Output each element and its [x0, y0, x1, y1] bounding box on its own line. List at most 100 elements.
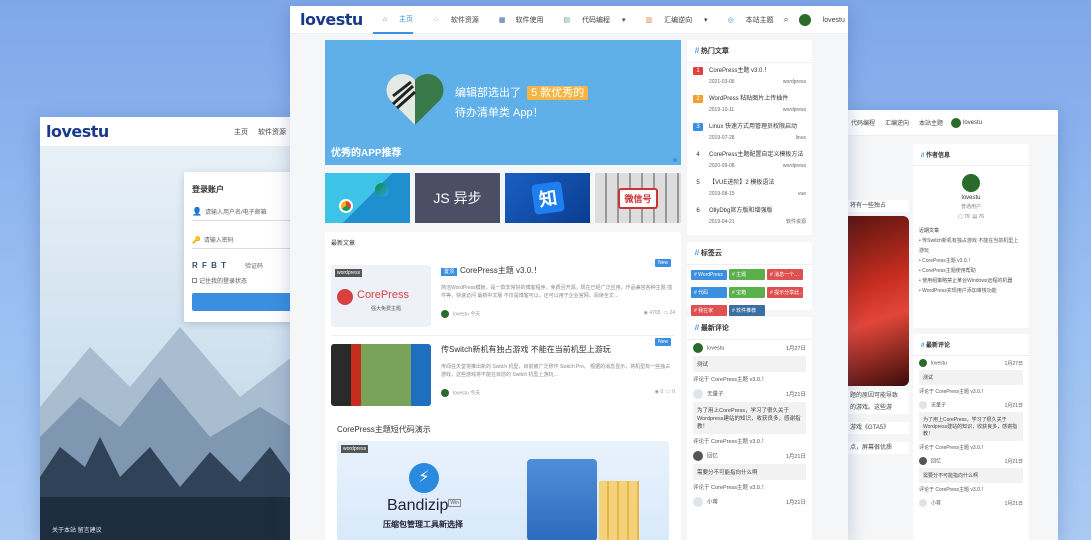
thumb-title: CorePress [357, 289, 409, 301]
recent-item[interactable]: • WordPress实现用户添加审核功能 [919, 286, 1023, 296]
post-item[interactable]: New 传Switch新机有独占游戏 不能在当前机型上游玩 传闻任天堂将推出新的… [331, 336, 675, 414]
tag-item[interactable]: # 宝箱 [729, 287, 765, 298]
tag-item[interactable]: # WordPress [691, 270, 727, 280]
author-name[interactable]: lovestu [913, 195, 1029, 201]
captcha-input[interactable]: 验证码 [245, 261, 263, 270]
hot-title[interactable]: CorePress主题 v3.0.！ [709, 67, 806, 76]
tile-wechat[interactable]: 微信号 [595, 173, 681, 223]
comment-ref[interactable]: 评论于 CorePress主题 v3.0.！ [693, 375, 806, 383]
comment-ref[interactable]: 评论于 CorePress主题 v3.0.！ [919, 486, 1023, 493]
recent-item[interactable]: • CorePress主题 v3.0.！ [919, 256, 1023, 266]
carousel-dot[interactable] [673, 158, 677, 162]
username-input[interactable]: 请输入用户名/电子邮箱 [205, 207, 267, 216]
avatar [919, 457, 927, 465]
hot-title[interactable]: OllyDbg官方版和增强版 [709, 207, 806, 216]
hero-banner[interactable]: 编辑部选出了 5 款优秀的 待办清单类 App！ 优秀的APP推荐 [325, 40, 681, 165]
site-logo[interactable]: lovestu [46, 122, 109, 141]
hot-item[interactable]: 6 OllyDbg官方版和增强版 2019-04-21 软件资源 [687, 203, 812, 231]
comment-ref[interactable]: 评论于 CorePress主题 v3.0.！ [919, 444, 1023, 451]
post-author[interactable]: lovestu 今天 [453, 390, 480, 396]
post-title[interactable]: CorePress主题 v3.0.！ [460, 266, 541, 275]
post-author[interactable]: lovestu 今天 [453, 311, 480, 317]
recent-label: 近期文章 [919, 228, 940, 235]
nav-usage[interactable]: ▦ 软件使用 [489, 15, 544, 25]
nav-software[interactable]: ⁘ 软件资源 [423, 15, 479, 25]
recent-item[interactable]: • 传Switch新机有独占游戏 不能在当前机型上游玩 [919, 236, 1023, 256]
nav-user[interactable]: lovestu [963, 120, 982, 126]
comments-widget: // 最新评论 lovestu 1月27日 测试 评论于 CorePress主题 … [687, 317, 812, 540]
hot-item[interactable]: 2 WordPress 粘贴图片上传插件 2019-10-11 wordpress [687, 91, 812, 119]
bandizip-icon: ⚡ [409, 463, 439, 493]
new-badge: New [654, 338, 671, 346]
comment-ref[interactable]: 评论于 CorePress主题 v3.0.！ [693, 483, 806, 491]
nav-theme[interactable]: 本站主题 [919, 118, 943, 127]
tag-item[interactable]: # 我在家 [691, 305, 727, 316]
hot-title[interactable]: 【VUE进阶】2 模板语法 [709, 179, 806, 188]
comment-author[interactable]: 回忆 [707, 453, 718, 459]
comment-ref[interactable]: 评论于 CorePress主题 v3.0.！ [693, 437, 806, 445]
nav-code[interactable]: 代码编程 [851, 118, 875, 127]
nav-theme[interactable]: ◎ 本站主题 [718, 15, 774, 25]
hot-cat[interactable]: linux [796, 134, 806, 143]
comment-author[interactable]: 小蒋 [931, 500, 941, 506]
hot-title[interactable]: Linux 快速方式用管理员权限启动 [709, 123, 806, 132]
nav-asm[interactable]: ▥ 汇编逆向 ▾ [636, 15, 708, 25]
comment-author[interactable]: 无量子 [707, 391, 724, 397]
post-thumbnail[interactable] [331, 344, 431, 406]
hot-cat[interactable]: wordpress [783, 162, 806, 171]
author-widget-title: // 作者信息 [913, 144, 1029, 166]
tag-item[interactable]: # 软件推荐 [729, 305, 765, 316]
hot-item[interactable]: 5 【VUE进阶】2 模板语法 2019-08-15 vue [687, 175, 812, 203]
nav-home[interactable]: ⌂ 主页 [372, 6, 414, 34]
demo-title[interactable]: CorePress主题短代码演示 [337, 420, 669, 441]
hot-title[interactable]: CorePress主题配置自定义模板方法 [709, 151, 806, 160]
comment-author[interactable]: lovestu [931, 360, 947, 366]
author-avatar [962, 174, 980, 192]
nav-asm[interactable]: 汇编逆向 [885, 118, 909, 127]
bandizip-banner[interactable]: wordpress ⚡ Bandizip Win 压缩包管理工具新选择 [337, 441, 669, 540]
tag-item[interactable]: # 提示分享此… [767, 287, 803, 298]
avatar[interactable] [951, 117, 962, 128]
recent-item[interactable]: • CorePress主题使用帮助 [919, 266, 1023, 276]
avatar[interactable] [798, 13, 811, 26]
tag-item[interactable]: # 消息一个… [767, 269, 803, 280]
hot-cat[interactable]: vue [798, 190, 806, 199]
hot-cat[interactable]: wordpress [783, 78, 806, 87]
snippet: 的游戏。这些游 [847, 402, 909, 414]
login-button[interactable]: 登录 [192, 293, 292, 311]
tag-item[interactable]: # 主题 [729, 269, 765, 280]
nav-user[interactable]: lovestu ▾ [813, 16, 848, 24]
tile-browser[interactable] [325, 173, 410, 223]
remember-checkbox[interactable] [192, 278, 197, 283]
comment-ref[interactable]: 评论于 CorePress主题 v3.0.！ [919, 388, 1023, 395]
nav-software[interactable]: 软件资源 [258, 127, 286, 137]
top-nav: ⌂ 主页 ⁘ 软件资源 ▦ 软件使用 ▤ 代码编程 ▾ ▥ 汇编逆向 ▾ ◎ 本站… [363, 6, 848, 34]
tile-zhihu[interactable]: 知 [505, 173, 590, 223]
site-logo[interactable]: lovestu [300, 10, 363, 29]
rank-badge: 6 [696, 208, 700, 214]
post-title[interactable]: 传Switch新机有独占游戏 不能在当前机型上游玩 [441, 344, 675, 355]
hot-title[interactable]: WordPress 粘贴图片上传插件 [709, 95, 806, 104]
comment-author[interactable]: lovestu [707, 345, 724, 351]
post-thumbnail[interactable]: wordpress CorePress 强大免费主题 [331, 265, 431, 327]
hot-cat[interactable]: 软件资源 [786, 218, 806, 227]
hot-item[interactable]: 3 Linux 快速方式用管理员权限启动 2019-07-28 linux [687, 119, 812, 147]
captcha-image[interactable]: R F B T [192, 261, 227, 270]
recent-item[interactable]: • 使用组策略禁止某台Windows远程的机器 [919, 276, 1023, 286]
nav-home[interactable]: 主页 [234, 127, 248, 137]
hot-item[interactable]: 4 CorePress主题配置自定义模板方法 2020-09-08 wordpress [687, 147, 812, 175]
tag-item[interactable]: # 代码 [691, 287, 727, 298]
tile-js[interactable]: JS 异步 [415, 173, 500, 223]
comment-author[interactable]: 无量子 [931, 402, 946, 408]
hot-cat[interactable]: wordpress [783, 106, 806, 115]
nav-code[interactable]: ▤ 代码编程 ▾ [553, 15, 625, 25]
hot-item[interactable]: 1 CorePress主题 v3.0.！ 2021-03-06 wordpress [687, 63, 812, 91]
password-input[interactable]: 请输入密码 [204, 235, 234, 244]
login-footer[interactable]: 关于本站 留言建议 [52, 525, 102, 534]
search-icon[interactable]: ⌕ [784, 14, 789, 25]
comment-author[interactable]: 回忆 [931, 458, 941, 464]
post-item[interactable]: New wordpress CorePress 强大免费主题 置顶 CorePre… [331, 257, 675, 336]
tile-js-label: JS 异步 [433, 190, 482, 206]
login-window: lovestu 主页 软件资源 关于本站 留言建议 登录账户 👤 请输入用户名/… [40, 117, 292, 540]
comment-author[interactable]: 小蒋 [707, 499, 718, 505]
